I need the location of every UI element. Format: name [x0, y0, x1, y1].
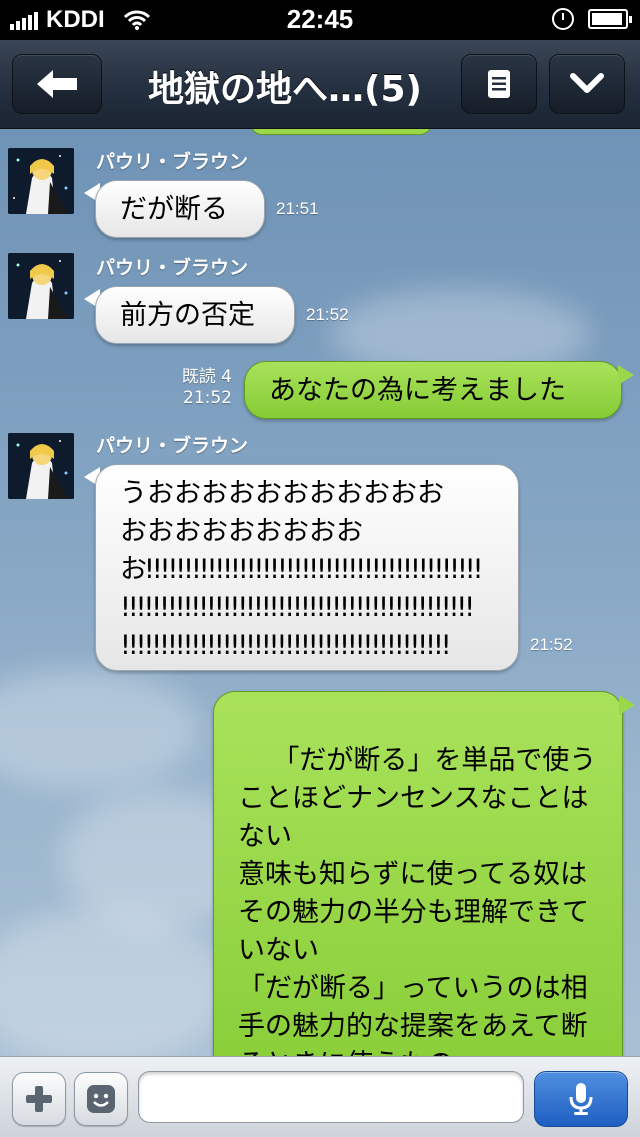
emoji-icon	[87, 1085, 115, 1113]
message-text-line: お!!!!!!!!!!!!!!!!!!!!!!!!!!!!!!!!!!!!!!!…	[120, 554, 483, 585]
message-text-line: !!!!!!!!!!!!!!!!!!!!!!!!!!!!!!!!!!!!!!!!…	[120, 592, 475, 623]
partial-bubble	[250, 129, 432, 135]
sender-name: パウリ・ブラウン	[96, 435, 249, 457]
message-text: だが断る	[120, 194, 228, 225]
message-time: 21:51	[276, 199, 319, 218]
message-time: 21:52	[530, 635, 573, 654]
chat-area[interactable]: パウリ・ブラウン だが断る 21:51 パウリ・ブラウン 前方の否定 21:52…	[0, 129, 640, 1056]
message-time: 21:52	[183, 388, 232, 408]
message-input[interactable]	[138, 1071, 524, 1123]
battery-icon	[588, 9, 632, 29]
chevron-down-icon	[570, 73, 604, 93]
status-time: 22:45	[286, 4, 354, 34]
message-text: 前方の否定	[120, 300, 255, 331]
emoji-button[interactable]	[74, 1072, 128, 1126]
back-arrow-icon	[37, 70, 77, 98]
message-bubble[interactable]: 前方の否定	[95, 286, 295, 344]
message-text-line: おおおおおおおおお	[120, 516, 363, 547]
message-text: 「だが断る」を単品で使うことほどナンセンスなことはない 意味も知らずに使ってる奴…	[238, 745, 597, 1056]
message-bubble[interactable]: 「だが断る」を単品で使うことほどナンセンスなことはない 意味も知らずに使ってる奴…	[213, 691, 623, 1056]
microphone-icon	[569, 1083, 593, 1115]
message-bubble[interactable]: うおおおおおおおおおおお おおおおおおおおお お!!!!!!!!!!!!!!!!…	[95, 464, 519, 671]
read-receipt: 既読 4	[181, 367, 232, 387]
message-text-line: うおおおおおおおおおおお	[120, 478, 444, 509]
expand-button[interactable]	[549, 54, 625, 114]
voice-button[interactable]	[534, 1071, 628, 1127]
input-bar	[0, 1056, 640, 1137]
nav-bar: 地獄の地へ…(5)	[0, 40, 640, 129]
alarm-icon	[552, 8, 574, 30]
sender-name: パウリ・ブラウン	[96, 151, 249, 173]
menu-button[interactable]	[461, 54, 537, 114]
message-text-line: !!!!!!!!!!!!!!!!!!!!!!!!!!!!!!!!!!!!!!!!…	[120, 630, 452, 661]
add-button[interactable]	[12, 1072, 66, 1126]
chat-title: 地獄の地へ…(5)	[148, 69, 422, 110]
avatar[interactable]	[8, 148, 74, 214]
plus-icon	[26, 1086, 52, 1112]
sender-name: パウリ・ブラウン	[96, 257, 249, 279]
message-text: あなたの為に考えました	[269, 375, 566, 406]
message-bubble[interactable]: だが断る	[95, 180, 265, 238]
status-bar: KDDI 22:45	[0, 0, 640, 40]
message-time: 21:52	[306, 305, 349, 324]
avatar[interactable]	[8, 253, 74, 319]
avatar[interactable]	[8, 433, 74, 499]
message-bubble[interactable]: あなたの為に考えました	[244, 361, 622, 419]
menu-icon	[488, 70, 510, 98]
back-button[interactable]	[12, 54, 102, 114]
